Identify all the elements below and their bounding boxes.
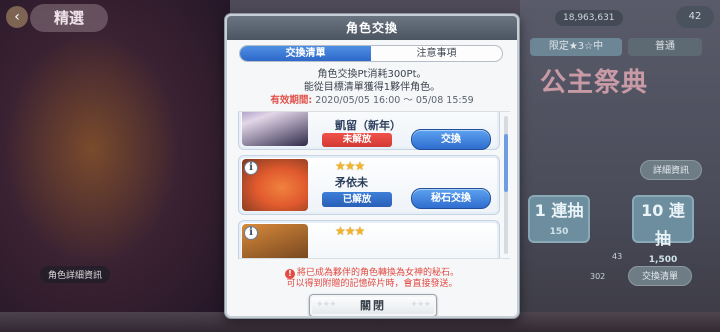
character-detail-chip[interactable]: 角色詳細資訊 [40, 266, 111, 283]
currency-display: 18,963,631 [555, 10, 623, 26]
character-name: 矛依未 [335, 176, 368, 189]
single-pull-label: 1 連抽 [534, 201, 584, 220]
ten-pull-label: 10 連抽 [641, 201, 685, 248]
small-number-2: 302 [590, 272, 606, 281]
ten-pull-cost: 1,500 [648, 255, 678, 265]
info-icon[interactable]: i [244, 161, 258, 175]
count-badge[interactable]: 42 [676, 6, 714, 28]
period-value: 2020/05/05 16:00 ～ 05/08 15:59 [315, 95, 474, 106]
valid-period: 有效期間: 2020/05/05 16:00 ～ 05/08 15:59 [227, 95, 517, 107]
sparkle-decoration-left: ✦✦✦ [316, 300, 337, 310]
bg-tab-normal[interactable]: 普通 [628, 38, 702, 56]
list-item: i ★★★ [238, 220, 500, 258]
description-line-2: 能從目標清單獲得1夥伴角色。 [303, 82, 441, 93]
character-portrait: i [242, 224, 308, 258]
character-portrait: i [242, 159, 308, 211]
tab-exchange-list[interactable]: 交換清單 [240, 46, 371, 61]
bg-tab-limited[interactable]: 限定★3☆中 [530, 38, 622, 56]
rarity-stars: ★★★ [335, 159, 365, 173]
status-badge: 未解放 [322, 133, 392, 147]
character-art [0, 0, 230, 332]
single-pull-cost: 150 [549, 227, 569, 237]
close-button[interactable]: ✦✦✦ 關閉 ✦✦✦ [309, 294, 437, 316]
ten-pull-button[interactable]: 10 連抽 1,500 [632, 195, 694, 265]
period-label: 有效期間: [270, 95, 313, 106]
list-item: 凱留（新年） 未解放 交換 [238, 112, 500, 150]
warning-icon: ! [284, 269, 295, 279]
single-pull-button[interactable]: 1 連抽 150 [528, 195, 590, 243]
dialog-tabs: 交換清單 注意事項 [239, 45, 503, 62]
banner-title: 公主祭典 [540, 68, 649, 98]
info-icon[interactable]: i [244, 226, 258, 240]
notice-line-2: 可以得到附贈的記憶碎片時，會直接發送。 [286, 279, 458, 289]
small-number-1: 43 [612, 252, 623, 261]
exchange-button[interactable]: 交換 [411, 129, 491, 150]
exchange-list[interactable]: 凱留（新年） 未解放 交換 i ★★★ 矛依未 已解放 秘石交換 i ★★★ [238, 111, 510, 259]
character-portrait [242, 112, 308, 146]
list-scrollbar[interactable] [504, 116, 508, 254]
jewel-exchange-button[interactable]: 秘石交換 [411, 188, 491, 209]
exchange-list-button[interactable]: 交換清單 [628, 266, 692, 286]
sparkle-decoration-right: ✦✦✦ [410, 300, 431, 310]
status-badge: 已解放 [322, 192, 392, 207]
list-item: i ★★★ 矛依未 已解放 秘石交換 [238, 155, 500, 215]
notice-line-1: 將已成為夥伴的角色轉換為女神的秘石。 [296, 268, 459, 278]
rarity-stars: ★★★ [335, 224, 365, 238]
exchange-notice: ! 將已成為夥伴的角色轉換為女神的秘石。 可以得到附贈的記憶碎片時，會直接發送。 [227, 268, 517, 290]
character-name: 凱留（新年） [335, 119, 401, 132]
description-line-1: 角色交換Pt消耗300Pt。 [317, 69, 427, 80]
tab-notes[interactable]: 注意事項 [371, 46, 502, 61]
back-arrow-icon[interactable]: ‹ [6, 6, 28, 28]
dialog-title: 角色交換 [227, 16, 517, 40]
character-exchange-dialog: 角色交換 交換清單 注意事項 角色交換Pt消耗300Pt。 能從目標清單獲得1夥… [225, 14, 519, 318]
close-button-label: 關閉 [360, 299, 386, 312]
scroll-thumb[interactable] [504, 134, 508, 192]
detail-info-button[interactable]: 詳細資訊 [640, 160, 702, 180]
exchange-description: 角色交換Pt消耗300Pt。 能從目標清單獲得1夥伴角色。 [227, 68, 517, 94]
screen-title: 精選 [30, 4, 108, 32]
